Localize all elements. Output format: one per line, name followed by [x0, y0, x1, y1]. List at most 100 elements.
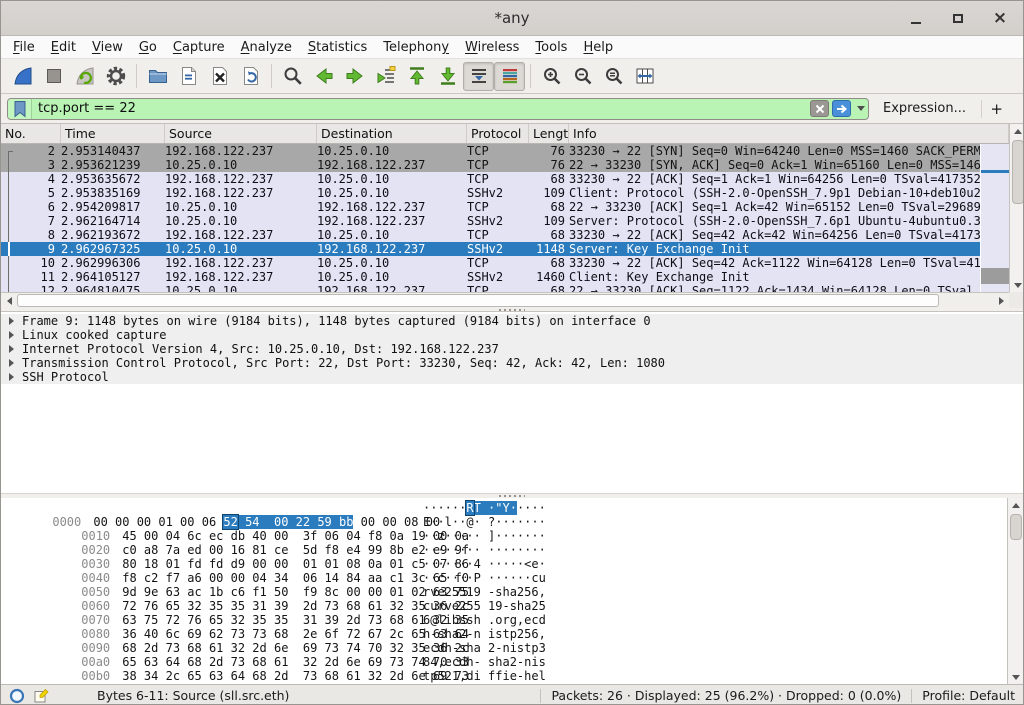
- packet-row[interactable]: 3 2.953621239 10.25.0.10 192.168.122.237…: [1, 158, 980, 172]
- capture-comment-button[interactable]: [33, 688, 49, 704]
- expander-triangle-icon[interactable]: [9, 359, 14, 367]
- scroll-right-button[interactable]: [993, 293, 1009, 308]
- packet-row[interactable]: 8 2.962193672 192.168.122.237 10.25.0.10…: [1, 228, 980, 242]
- hex-row[interactable]: 001045 00 04 6c ec db 40 00 3f 06 04 f8 …: [1, 515, 1023, 529]
- stop-capture-button[interactable]: [38, 62, 69, 91]
- hex-row[interactable]: 00509d 9e 63 ac 1b c6 f1 50 f9 8c 00 00 …: [1, 571, 1023, 585]
- filter-bookmark-button[interactable]: [8, 99, 32, 119]
- packet-row[interactable]: 6 2.954209817 10.25.0.10 192.168.122.237…: [1, 200, 980, 214]
- add-filter-button[interactable]: +: [981, 100, 1011, 118]
- menu-item[interactable]: Tools: [527, 38, 575, 57]
- menu-item[interactable]: Telephony: [375, 38, 457, 57]
- hex-row[interactable]: 0040f8 c2 f7 a6 00 00 04 34 06 14 84 aa …: [1, 557, 1023, 571]
- go-last-button[interactable]: [432, 62, 463, 91]
- column-header-length[interactable]: Length: [529, 124, 569, 143]
- scroll-up-button[interactable]: [1008, 498, 1023, 512]
- hex-row[interactable]: 006072 76 65 32 35 35 31 39 2d 73 68 61 …: [1, 585, 1023, 599]
- bytes-scroll-thumb[interactable]: [1010, 514, 1022, 540]
- horizontal-scroll-thumb[interactable]: [17, 294, 939, 307]
- packet-list-vertical-scrollbar[interactable]: [1009, 124, 1024, 292]
- hex-row[interactable]: 008036 40 6c 69 62 73 73 68 2e 6f 72 67 …: [1, 613, 1023, 627]
- scroll-down-button[interactable]: [1008, 670, 1023, 684]
- menu-item[interactable]: Capture: [165, 38, 233, 57]
- expander-triangle-icon[interactable]: [9, 373, 14, 381]
- menu-item[interactable]: Edit: [43, 38, 84, 57]
- go-to-packet-button[interactable]: [370, 62, 401, 91]
- zoom-in-button[interactable]: [536, 62, 567, 91]
- scroll-up-button[interactable]: [1010, 124, 1024, 138]
- display-filter-input[interactable]: tcp.port == 22: [7, 98, 869, 120]
- packet-row[interactable]: 10 2.962996306 192.168.122.237 10.25.0.1…: [1, 256, 980, 270]
- filter-clear-button[interactable]: [810, 100, 829, 117]
- expander-triangle-icon[interactable]: [9, 317, 14, 325]
- column-header-time[interactable]: Time: [61, 124, 165, 143]
- profile-status[interactable]: Profile: Default: [922, 688, 1015, 703]
- packet-row[interactable]: 11 2.964105127 192.168.122.237 10.25.0.1…: [1, 270, 980, 284]
- detail-row[interactable]: Frame 9: 1148 bytes on wire (9184 bits),…: [1, 314, 1023, 328]
- bytes-vertical-scrollbar[interactable]: [1007, 498, 1023, 684]
- start-capture-button[interactable]: [7, 62, 38, 91]
- hex-row[interactable]: 00c074 70 35 32 31 2c 64 69 66 66 69 65 …: [1, 669, 1023, 683]
- detail-row[interactable]: SSH Protocol: [1, 370, 1023, 384]
- go-back-button[interactable]: [308, 62, 339, 91]
- resize-columns-button[interactable]: [629, 62, 660, 91]
- capture-options-button[interactable]: [100, 62, 131, 91]
- auto-scroll-toggle[interactable]: [463, 62, 494, 91]
- conversation-bracket: [1, 214, 13, 228]
- hex-row[interactable]: 0020c0 a8 7a ed 00 16 81 ce 5d f8 e4 99 …: [1, 529, 1023, 543]
- hex-row[interactable]: 00a065 63 64 68 2d 73 68 61 32 2d 6e 69 …: [1, 641, 1023, 655]
- menu-item[interactable]: Help: [575, 38, 621, 57]
- menu-item[interactable]: View: [84, 38, 131, 57]
- column-header-source[interactable]: Source: [165, 124, 317, 143]
- close-button[interactable]: ×: [987, 7, 1013, 31]
- open-file-button[interactable]: [142, 62, 173, 91]
- packet-row[interactable]: 2 2.953140437 192.168.122.237 10.25.0.10…: [1, 144, 980, 158]
- expression-button[interactable]: Expression...: [883, 101, 966, 116]
- filter-history-dropdown[interactable]: [854, 106, 868, 111]
- reload-file-button[interactable]: [235, 62, 266, 91]
- hex-row[interactable]: 007063 75 72 76 65 32 35 35 31 39 2d 73 …: [1, 599, 1023, 613]
- colorize-toggle[interactable]: [494, 62, 525, 91]
- column-header-destination[interactable]: Destination: [317, 124, 467, 143]
- detail-row[interactable]: Internet Protocol Version 4, Src: 10.25.…: [1, 342, 1023, 356]
- packet-row[interactable]: 7 2.962164714 10.25.0.10 192.168.122.237…: [1, 214, 980, 228]
- column-header-no[interactable]: No.: [1, 124, 61, 143]
- intelligent-scrollbar-minimap[interactable]: [980, 144, 1009, 292]
- detail-row[interactable]: Linux cooked capture: [1, 328, 1023, 342]
- menu-item[interactable]: Statistics: [300, 38, 375, 57]
- packet-row[interactable]: 4 2.953635672 192.168.122.237 10.25.0.10…: [1, 172, 980, 186]
- hex-row[interactable]: 000000 00 00 01 00 06 52 54 00 22 59 bb …: [1, 501, 1023, 515]
- scroll-left-button[interactable]: [1, 293, 17, 308]
- hex-row[interactable]: 003080 18 01 fd fd d9 00 00 01 01 08 0a …: [1, 543, 1023, 557]
- packet-list-horizontal-scrollbar[interactable]: [1, 292, 1009, 308]
- packet-row[interactable]: 12 2.964810475 10.25.0.10 192.168.122.23…: [1, 284, 980, 292]
- hex-row[interactable]: 00b038 34 2c 65 63 64 68 2d 73 68 61 32 …: [1, 655, 1023, 669]
- zoom-out-button[interactable]: [567, 62, 598, 91]
- scroll-down-button[interactable]: [1010, 278, 1024, 292]
- zoom-original-button[interactable]: [598, 62, 629, 91]
- packet-row[interactable]: 9 2.962967325 10.25.0.10 192.168.122.237…: [1, 242, 980, 256]
- filter-expression-text[interactable]: tcp.port == 22: [32, 101, 810, 116]
- menu-item[interactable]: File: [5, 38, 43, 57]
- close-file-button[interactable]: [204, 62, 235, 91]
- go-first-button[interactable]: [401, 62, 432, 91]
- expander-triangle-icon[interactable]: [9, 331, 14, 339]
- packet-row[interactable]: 5 2.953835169 192.168.122.237 10.25.0.10…: [1, 186, 980, 200]
- menu-item[interactable]: Analyze: [233, 38, 300, 57]
- expander-triangle-icon[interactable]: [9, 345, 14, 353]
- column-header-protocol[interactable]: Protocol: [467, 124, 529, 143]
- column-header-info[interactable]: Info: [569, 124, 1009, 143]
- restart-capture-button[interactable]: [69, 62, 100, 91]
- hex-row[interactable]: 009068 2d 73 68 61 32 2d 6e 69 73 74 70 …: [1, 627, 1023, 641]
- save-file-button[interactable]: [173, 62, 204, 91]
- find-packet-button[interactable]: [277, 62, 308, 91]
- minimize-button[interactable]: [903, 7, 929, 31]
- go-forward-button[interactable]: [339, 62, 370, 91]
- maximize-button[interactable]: [945, 7, 971, 31]
- expert-info-button[interactable]: [9, 688, 25, 704]
- filter-apply-button[interactable]: [832, 100, 851, 117]
- menu-item[interactable]: Go: [131, 38, 165, 57]
- detail-row[interactable]: Transmission Control Protocol, Src Port:…: [1, 356, 1023, 370]
- vertical-scroll-thumb[interactable]: [1012, 140, 1024, 204]
- menu-item[interactable]: Wireless: [457, 38, 527, 57]
